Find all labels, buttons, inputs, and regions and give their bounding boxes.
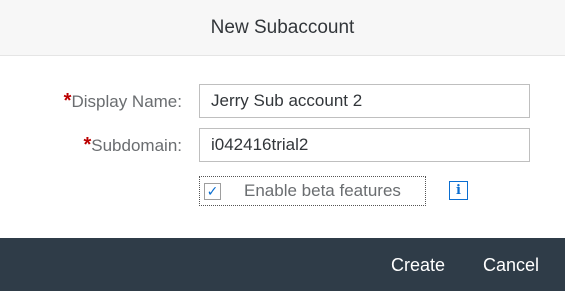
new-subaccount-dialog: New Subaccount *Display Name: *Subdomain… — [0, 0, 565, 291]
enable-beta-label[interactable]: Enable beta features — [244, 181, 401, 201]
dialog-header: New Subaccount — [0, 0, 565, 56]
subdomain-label-group: *Subdomain: — [83, 127, 182, 163]
dialog-footer: Create Cancel — [0, 238, 565, 291]
enable-beta-checkbox-group[interactable]: ✓ Enable beta features — [199, 176, 426, 206]
cancel-button[interactable]: Cancel — [483, 238, 539, 291]
display-name-label: Display Name: — [71, 92, 182, 111]
enable-beta-checkbox[interactable]: ✓ — [204, 182, 221, 200]
create-button[interactable]: Create — [391, 238, 445, 291]
subdomain-label: Subdomain: — [91, 136, 182, 155]
display-name-input[interactable] — [199, 84, 530, 118]
display-name-label-group: *Display Name: — [64, 83, 182, 119]
info-icon[interactable]: i — [449, 181, 468, 200]
dialog-title: New Subaccount — [210, 16, 355, 38]
subdomain-input[interactable] — [199, 128, 530, 162]
